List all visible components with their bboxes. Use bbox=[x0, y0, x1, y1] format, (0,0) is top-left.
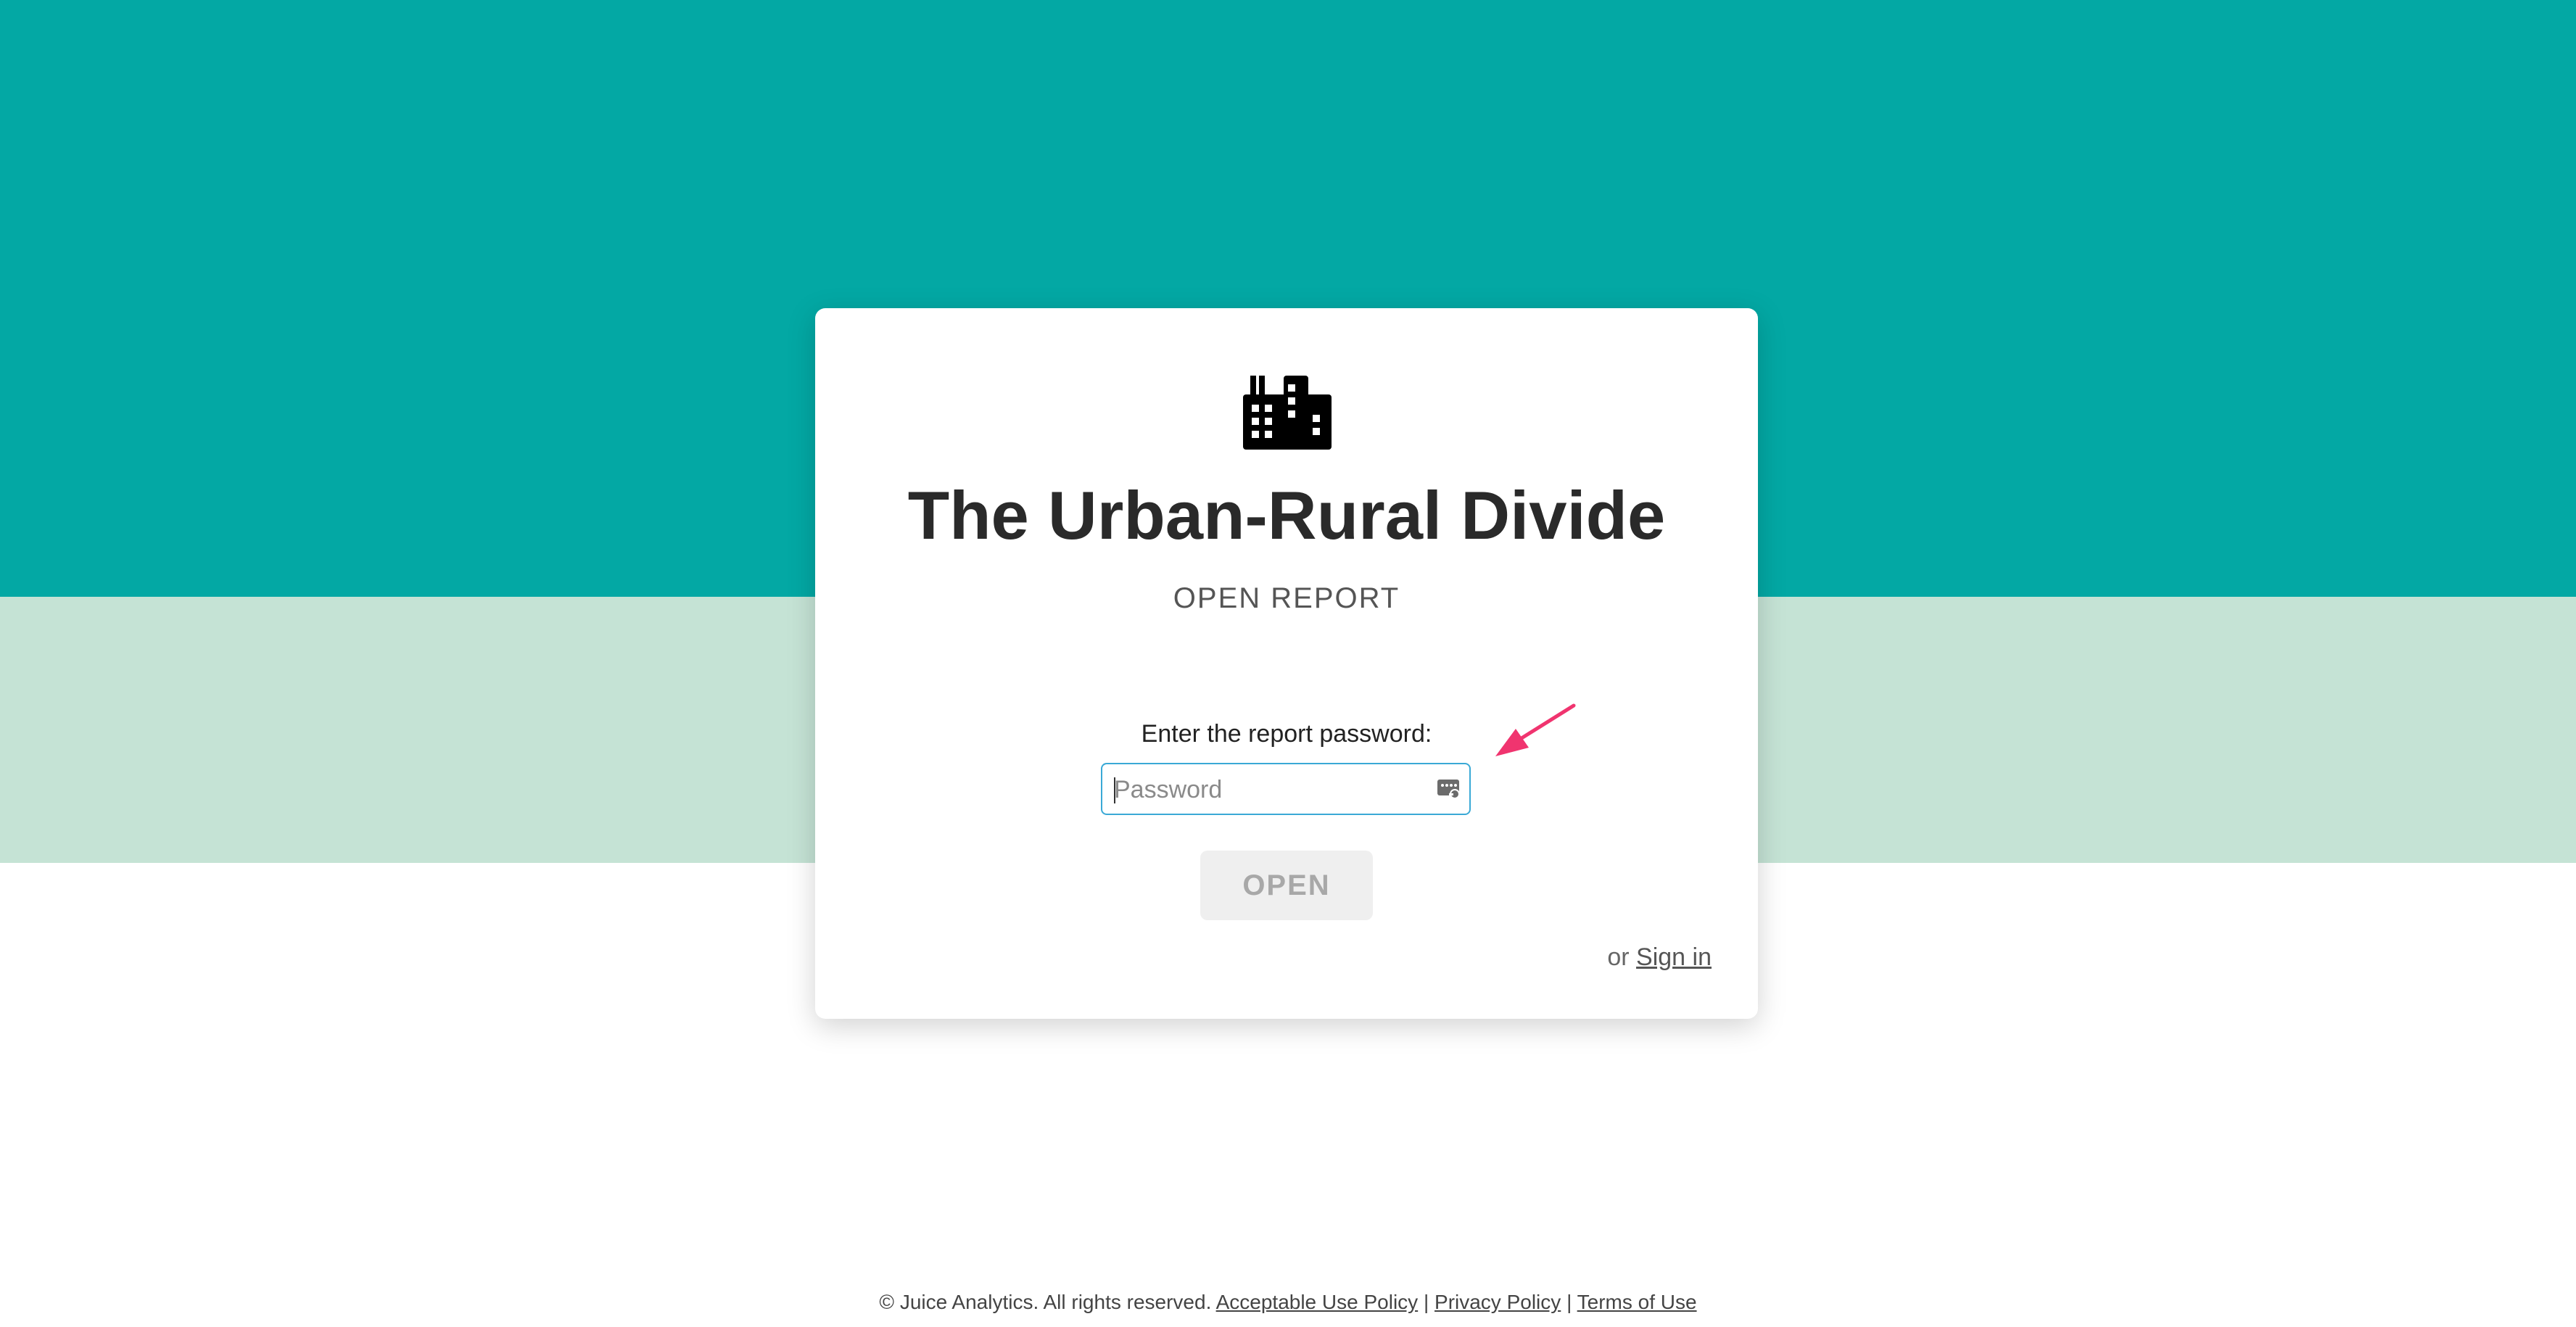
login-card: The Urban-Rural Divide OPEN REPORT Enter… bbox=[815, 308, 1758, 1019]
password-manager-key-icon[interactable] bbox=[1437, 778, 1462, 801]
password-field[interactable] bbox=[1101, 763, 1471, 815]
pointer-arrow-icon bbox=[1495, 703, 1576, 756]
report-subtitle: OPEN REPORT bbox=[1173, 582, 1400, 614]
or-text: or bbox=[1607, 943, 1630, 971]
report-title: The Urban-Rural Divide bbox=[907, 477, 1666, 553]
acceptable-use-link[interactable]: Acceptable Use Policy bbox=[1216, 1291, 1419, 1313]
open-button[interactable]: OPEN bbox=[1200, 851, 1373, 920]
footer: © Juice Analytics. All rights reserved. … bbox=[0, 1291, 2576, 1314]
privacy-policy-link[interactable]: Privacy Policy bbox=[1434, 1291, 1561, 1313]
terms-of-use-link[interactable]: Terms of Use bbox=[1577, 1291, 1697, 1313]
footer-separator: | bbox=[1423, 1291, 1429, 1313]
city-buildings-icon bbox=[1243, 376, 1332, 450]
password-label: Enter the report password: bbox=[1141, 720, 1432, 748]
copyright-text: © Juice Analytics. All rights reserved. bbox=[879, 1291, 1212, 1313]
password-input[interactable] bbox=[1112, 764, 1420, 815]
signin-row: or Sign in bbox=[1607, 943, 1712, 972]
text-caret bbox=[1114, 777, 1115, 803]
footer-separator: | bbox=[1566, 1291, 1572, 1313]
signin-link[interactable]: Sign in bbox=[1636, 943, 1712, 971]
